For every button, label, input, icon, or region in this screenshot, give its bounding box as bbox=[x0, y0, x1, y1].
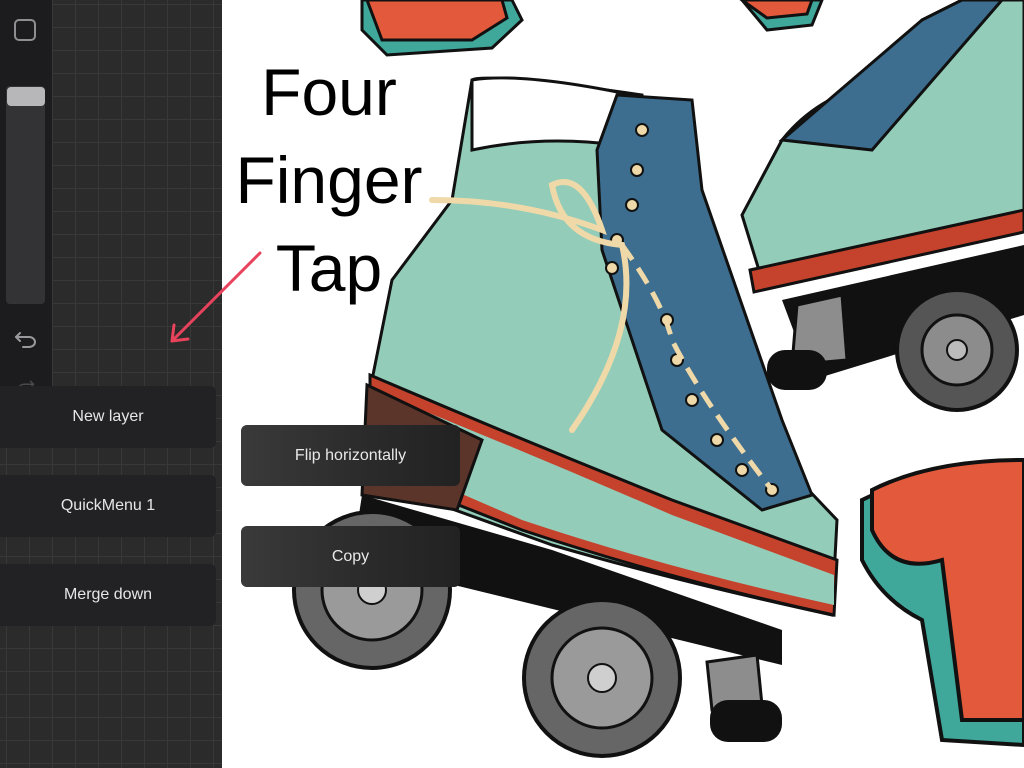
quickmenu-title-button[interactable]: QuickMenu 1 bbox=[0, 475, 216, 537]
new-layer-button[interactable]: New layer bbox=[0, 386, 216, 448]
merge-down-label: Merge down bbox=[63, 586, 153, 603]
pointer-arrow-icon bbox=[170, 251, 262, 343]
copy-label: Copy bbox=[331, 547, 370, 565]
undo-icon[interactable] bbox=[14, 326, 38, 350]
annotation-line-1: Four bbox=[261, 55, 397, 129]
square-modify-icon[interactable] bbox=[14, 19, 36, 41]
copy-button[interactable]: Copy bbox=[241, 526, 460, 587]
new-layer-label: New layer bbox=[72, 408, 144, 425]
quickmenu-title-label: QuickMenu 1 bbox=[60, 497, 156, 514]
flip-horizontally-button[interactable]: Flip horizontally bbox=[241, 425, 460, 486]
merge-down-button[interactable]: Merge down bbox=[0, 564, 216, 626]
sidebar-toolbar bbox=[0, 0, 52, 400]
brush-size-slider[interactable] bbox=[6, 86, 45, 304]
side-panel: New layer QuickMenu 1 Merge down bbox=[0, 0, 222, 768]
flip-horizontally-label: Flip horizontally bbox=[294, 446, 407, 464]
slider-thumb[interactable] bbox=[7, 87, 45, 106]
annotation-line-2: Finger bbox=[235, 143, 423, 217]
